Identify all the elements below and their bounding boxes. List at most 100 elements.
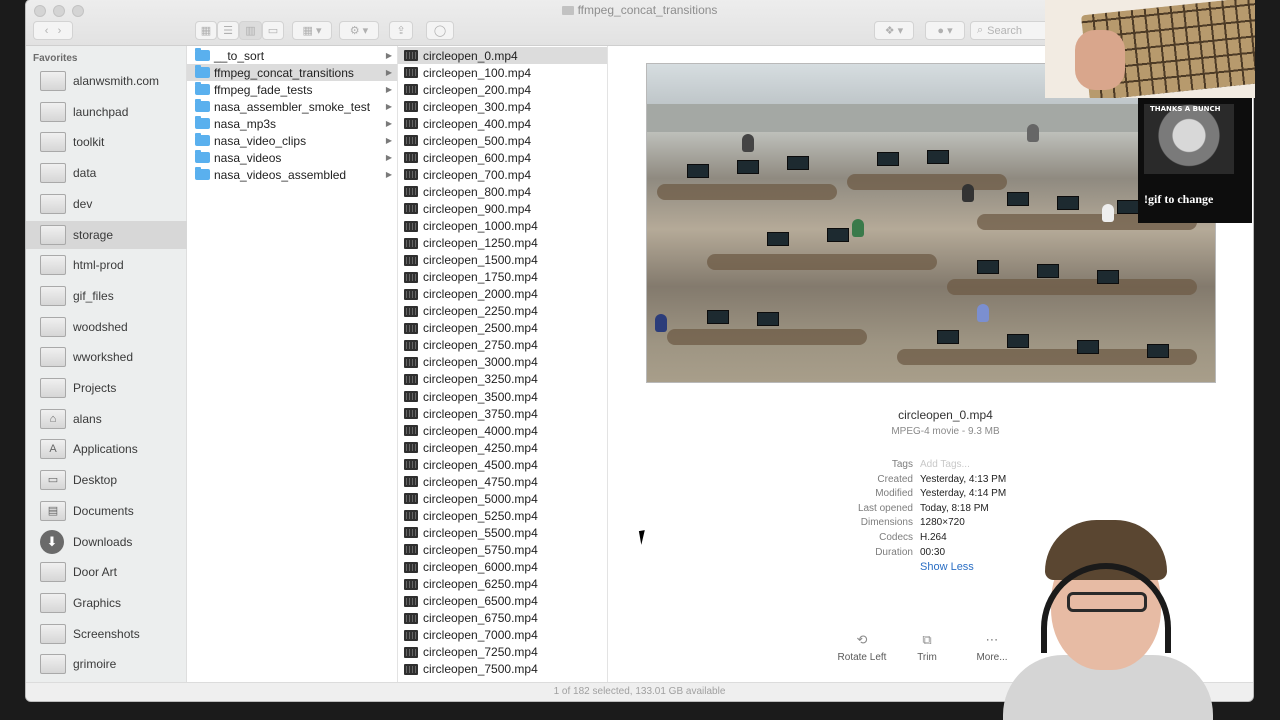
rotate-left-button[interactable]: ⟲ Rotate Left [832, 632, 892, 663]
sidebar-item[interactable]: gif_files [26, 282, 187, 310]
sidebar-item[interactable]: grimoire [26, 650, 187, 678]
file-row[interactable]: circleopen_800.mp4 [398, 183, 607, 200]
file-row[interactable]: circleopen_6750.mp4 [398, 610, 607, 627]
video-file-icon [404, 612, 418, 624]
file-row[interactable]: circleopen_0.mp4 [398, 47, 607, 64]
file-row[interactable]: circleopen_400.mp4 [398, 115, 607, 132]
folder-row[interactable]: ffmpeg_concat_transitions ▶ [187, 64, 397, 81]
sidebar-item[interactable]: Door Art [26, 558, 187, 586]
disclosure-arrow-icon: ▶ [385, 85, 392, 94]
sidebar-item[interactable]: toolkit [26, 128, 187, 156]
video-thumbnail[interactable] [646, 63, 1216, 383]
file-name: circleopen_400.mp4 [423, 116, 532, 131]
sidebar-item[interactable]: data [26, 159, 187, 187]
file-row[interactable]: circleopen_5750.mp4 [398, 541, 607, 558]
monitor [1007, 334, 1029, 348]
sidebar-item[interactable]: Graphics [26, 589, 187, 617]
sidebar-item[interactable]: wworkshed [26, 343, 187, 371]
file-row[interactable]: circleopen_7500.mp4 [398, 661, 607, 678]
monitor [767, 232, 789, 246]
file-row[interactable]: circleopen_5500.mp4 [398, 524, 607, 541]
file-row[interactable]: circleopen_4000.mp4 [398, 422, 607, 439]
sidebar-item[interactable]: woodshed [26, 313, 187, 341]
folder-row[interactable]: nasa_mp3s ▶ [187, 115, 397, 132]
folder-row[interactable]: ffmpeg_fade_tests ▶ [187, 81, 397, 98]
file-row[interactable]: circleopen_3750.mp4 [398, 405, 607, 422]
icon-view-button[interactable]: ▦ [195, 21, 217, 40]
console-desk [667, 329, 867, 345]
sidebar-item[interactable]: html-prod [26, 251, 187, 279]
file-row[interactable]: circleopen_2000.mp4 [398, 286, 607, 303]
file-row[interactable]: circleopen_5000.mp4 [398, 490, 607, 507]
folder-icon [40, 224, 66, 245]
rotate-left-label: Rotate Left [837, 652, 887, 663]
file-row[interactable]: circleopen_2750.mp4 [398, 337, 607, 354]
file-row[interactable]: circleopen_1750.mp4 [398, 269, 607, 286]
folder-row[interactable]: nasa_videos ▶ [187, 149, 397, 166]
column-view-button[interactable]: ▥ [239, 21, 262, 40]
sidebar-item[interactable]: dev [26, 190, 187, 218]
video-file-icon [404, 476, 418, 488]
file-row[interactable]: circleopen_6000.mp4 [398, 559, 607, 576]
sidebar-item[interactable]: Projects [26, 374, 187, 402]
folder-icon [195, 150, 210, 163]
file-row[interactable]: circleopen_2250.mp4 [398, 303, 607, 320]
sidebar-item[interactable]: storage [26, 220, 187, 249]
file-row[interactable]: circleopen_6250.mp4 [398, 576, 607, 593]
sidebar-item[interactable]: ⬇ Downloads [26, 528, 187, 556]
sidebar-item[interactable]: launchpad [26, 98, 187, 126]
add-tags-field[interactable]: Add Tags... [920, 459, 970, 470]
sidebar-item[interactable]: ⌂ alans [26, 405, 187, 433]
file-row[interactable]: circleopen_4250.mp4 [398, 439, 607, 456]
video-file-icon [404, 391, 418, 402]
file-row[interactable]: circleopen_1000.mp4 [398, 218, 607, 235]
file-row[interactable]: circleopen_1500.mp4 [398, 252, 607, 269]
back-forward-buttons[interactable]: ‹ › [33, 21, 73, 40]
file-row[interactable]: circleopen_100.mp4 [398, 64, 607, 81]
privacy-button[interactable]: ● ▾ [925, 21, 965, 40]
sidebar-item[interactable]: ▤ Documents [26, 497, 187, 525]
list-view-button[interactable]: ☰ [217, 21, 239, 40]
file-row[interactable]: circleopen_1250.mp4 [398, 235, 607, 252]
file-row[interactable]: circleopen_2500.mp4 [398, 320, 607, 337]
tags-button[interactable]: ◯ [426, 21, 454, 40]
folder-row[interactable]: __to_sort ▶ [187, 47, 397, 64]
file-row[interactable]: circleopen_4500.mp4 [398, 456, 607, 473]
action-gear-button[interactable]: ⚙ ▾ [339, 21, 379, 40]
video-file-icon [404, 220, 418, 232]
file-row[interactable]: circleopen_3250.mp4 [398, 371, 607, 388]
file-row[interactable]: circleopen_5250.mp4 [398, 507, 607, 524]
file-row[interactable]: circleopen_600.mp4 [398, 149, 607, 166]
file-row[interactable]: circleopen_4750.mp4 [398, 473, 607, 490]
gallery-view-button[interactable]: ▭ [262, 21, 284, 40]
file-row[interactable]: circleopen_6500.mp4 [398, 593, 607, 610]
sidebar-header: Favorites [33, 53, 78, 64]
trim-button[interactable]: ⧉ Trim [897, 632, 957, 663]
file-row[interactable]: circleopen_7000.mp4 [398, 627, 607, 644]
file-name: circleopen_2750.mp4 [423, 338, 538, 353]
file-row[interactable]: circleopen_3000.mp4 [398, 354, 607, 371]
sidebar-item[interactable]: alanwsmith.com [26, 67, 187, 95]
file-row[interactable]: circleopen_900.mp4 [398, 200, 607, 217]
group-by-button[interactable]: ▦ ▾ [292, 21, 332, 40]
folder-row[interactable]: nasa_assembler_smoke_test ▶ [187, 98, 397, 115]
folder-icon [40, 316, 66, 337]
sidebar-item-label: Downloads [73, 534, 133, 549]
file-row[interactable]: circleopen_3500.mp4 [398, 388, 607, 405]
file-name: circleopen_2500.mp4 [423, 321, 538, 336]
sidebar-item[interactable]: Screenshots [26, 620, 187, 648]
sidebar-item[interactable]: A Applications [26, 435, 187, 463]
file-name: circleopen_600.mp4 [423, 150, 532, 165]
dropbox-button[interactable]: ❖ ▾ [874, 21, 914, 40]
file-row[interactable]: circleopen_500.mp4 [398, 132, 607, 149]
folder-row[interactable]: nasa_video_clips ▶ [187, 132, 397, 149]
sidebar-item[interactable]: ▭ Desktop [26, 466, 187, 494]
folder-row[interactable]: nasa_videos_assembled ▶ [187, 166, 397, 183]
file-row[interactable]: circleopen_7250.mp4 [398, 644, 607, 661]
monitor [787, 156, 809, 170]
file-row[interactable]: circleopen_700.mp4 [398, 166, 607, 183]
show-less-link[interactable]: Show Less [920, 561, 974, 573]
share-button[interactable]: ⇪ [389, 21, 413, 40]
file-row[interactable]: circleopen_200.mp4 [398, 81, 607, 98]
file-row[interactable]: circleopen_300.mp4 [398, 98, 607, 115]
